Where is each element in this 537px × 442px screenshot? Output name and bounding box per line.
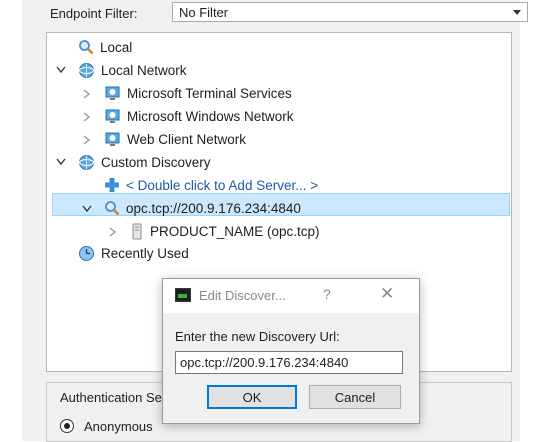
filter-value: No Filter [179,5,229,20]
tree-item-local-network[interactable]: Local Network [78,59,187,81]
discovery-url-prompt: Enter the new Discovery Url: [175,329,340,344]
computer-globe-icon [105,109,120,123]
tree-item-label: Custom Discovery [101,154,211,170]
chevron-right-icon[interactable] [81,134,93,146]
tree-item-local[interactable]: Local [78,36,132,58]
edit-discovery-dialog: Edit Discover... ? ✕ Enter the new Disco… [162,278,420,424]
server-icon [132,223,142,239]
close-icon[interactable]: ✕ [380,284,394,304]
chevron-right-icon[interactable] [107,226,119,238]
chevron-down-icon [513,10,521,15]
tree-item-discovery-url[interactable]: opc.tcp://200.9.176.234:4840 [104,197,301,219]
globe-icon [79,154,94,170]
computer-globe-icon [105,132,120,146]
computer-globe-icon [105,86,120,100]
cancel-button[interactable]: Cancel [309,385,401,409]
tree-item-label: Web Client Network [127,131,247,147]
tree-item-terminal-services[interactable]: Microsoft Terminal Services [104,82,292,104]
tree-item-label: Microsoft Windows Network [127,108,294,124]
tree-item-label: Local Network [101,62,187,78]
dialog-titlebar[interactable]: Edit Discover... ? ✕ [163,279,419,313]
tree-item-product[interactable]: PRODUCT_NAME (opc.tcp) [130,220,320,242]
discovery-url-input[interactable] [175,351,403,374]
filter-row: Endpoint Filter: No Filter [22,0,528,30]
tree-item-custom-discovery[interactable]: Custom Discovery [78,151,211,173]
tree-item-add-server[interactable]: < Double click to Add Server... > [104,174,318,196]
chevron-down-icon[interactable] [55,156,67,168]
globe-icon [79,62,94,78]
tree-item-web-client-network[interactable]: Web Client Network [104,128,246,150]
chevron-down-icon[interactable] [55,64,67,76]
chevron-down-icon[interactable] [81,203,93,215]
search-icon [79,40,94,55]
tree-item-label: PRODUCT_NAME (opc.tcp) [150,223,320,239]
chevron-right-icon[interactable] [81,88,93,100]
tree-item-label: Recently Used [101,245,189,261]
search-icon [105,201,120,216]
plus-icon [105,178,119,192]
anonymous-radio[interactable] [60,419,74,433]
anonymous-label: Anonymous [84,419,153,434]
clock-globe-icon [79,245,94,261]
ok-button[interactable]: OK [207,385,297,409]
tree-item-label: Microsoft Terminal Services [127,85,292,101]
add-server-link: < Double click to Add Server... > [126,177,319,193]
tree-item-label: opc.tcp://200.9.176.234:4840 [126,200,301,216]
app-icon [175,288,191,302]
chevron-right-icon[interactable] [81,111,93,123]
filter-label: Endpoint Filter: [50,6,138,21]
tree-item-recently-used[interactable]: Recently Used [78,242,189,264]
tree-item-label: Local [100,39,133,55]
authentication-title: Authentication Se [58,390,164,405]
filter-dropdown[interactable]: No Filter [172,2,528,22]
tree-item-windows-network[interactable]: Microsoft Windows Network [104,105,294,127]
help-button[interactable]: ? [323,286,331,302]
dialog-title: Edit Discover... [199,288,286,303]
